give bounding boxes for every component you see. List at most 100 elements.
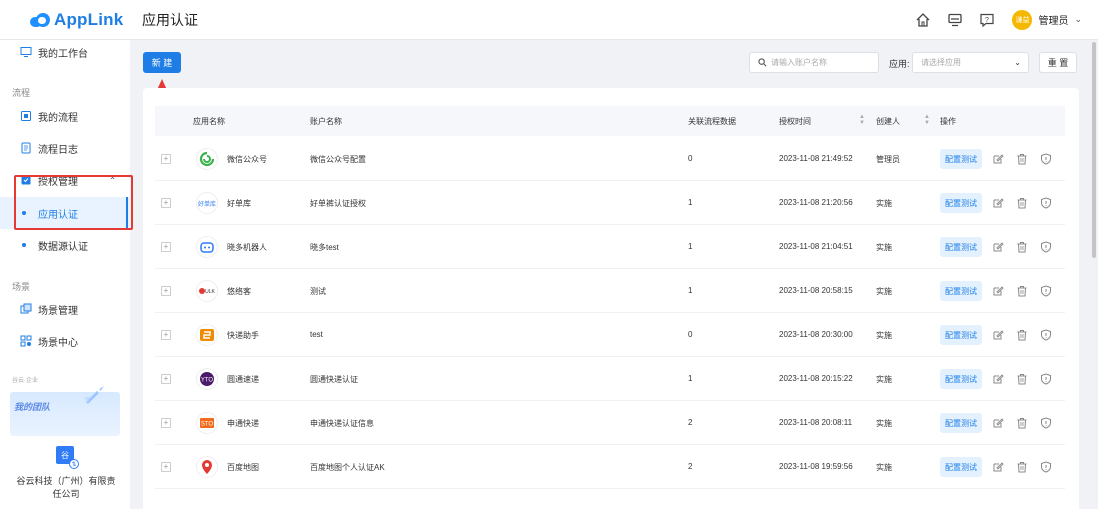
company-logo: 谷 ⇅ — [56, 446, 79, 469]
trash-icon[interactable] — [1016, 197, 1028, 209]
page-title: 应用认证 — [142, 11, 198, 28]
edit-icon[interactable] — [992, 197, 1004, 209]
expand-row-icon[interactable]: + — [161, 330, 171, 340]
trash-icon[interactable] — [1016, 241, 1028, 253]
cell-account-name: 测试 — [310, 287, 326, 296]
app-logo-robot-icon — [196, 236, 218, 258]
expand-row-icon[interactable]: + — [161, 374, 171, 384]
sidebar: 我的工作台 流程 我的流程 流程日志 授权管理 ⌃ 应用认证 数据源认证 场景 … — [0, 40, 130, 509]
edit-icon[interactable] — [992, 153, 1004, 165]
scene-icon — [20, 303, 32, 315]
cell-flow-count: 0 — [688, 330, 693, 339]
cell-account-name: 百度地图个人认证AK — [310, 463, 385, 472]
cell-auth-time: 2023-11-08 21:04:51 — [779, 242, 853, 251]
trash-icon[interactable] — [1016, 285, 1028, 297]
column-header-flow-count: 关联流程数据 — [688, 117, 736, 126]
monitor-icon[interactable] — [946, 11, 964, 29]
help-icon[interactable]: ? — [978, 11, 996, 29]
top-bar: AppLink 应用认证 ? 谦益 管理员 ⌄ — [0, 0, 1098, 40]
sidebar-item-my-flow[interactable]: 我的流程 — [0, 100, 130, 132]
config-test-button[interactable]: 配置测试 — [940, 325, 982, 345]
edit-icon[interactable] — [992, 285, 1004, 297]
expand-row-icon[interactable]: + — [161, 418, 171, 428]
cell-app-name: 晓多机器人 — [227, 243, 267, 252]
config-test-button[interactable]: 配置测试 — [940, 369, 982, 389]
edit-icon[interactable] — [992, 373, 1004, 385]
cell-account-name: test — [310, 330, 323, 339]
config-test-button[interactable]: 配置测试 — [940, 237, 982, 257]
expand-row-icon[interactable]: + — [161, 198, 171, 208]
config-test-button[interactable]: 配置测试 — [940, 457, 982, 477]
trash-icon[interactable] — [1016, 329, 1028, 341]
expand-row-icon[interactable]: + — [161, 242, 171, 252]
sidebar-item-datasource-auth[interactable]: 数据源认证 — [0, 229, 130, 261]
app-logo-wechat-icon — [196, 148, 218, 170]
cell-creator: 实施 — [876, 375, 892, 384]
shield-icon[interactable] — [1040, 373, 1052, 385]
reset-button[interactable]: 重 置 — [1039, 52, 1077, 73]
shield-icon[interactable] — [1040, 417, 1052, 429]
brand-tag: 谷云·企业 — [12, 378, 38, 384]
trash-icon[interactable] — [1016, 461, 1028, 473]
table-row — [155, 269, 1065, 313]
config-test-button[interactable]: 配置测试 — [940, 149, 982, 169]
sidebar-item-label: 场景管理 — [38, 305, 78, 317]
team-title: 我的团队 — [14, 402, 51, 412]
scrollbar-thumb[interactable] — [1092, 42, 1096, 258]
trash-icon[interactable] — [1016, 373, 1028, 385]
app-select-placeholder: 请选择应用 — [921, 58, 961, 67]
sidebar-item-scene-center[interactable]: 场景中心 — [0, 325, 130, 357]
app-select[interactable]: 请选择应用 ⌄ — [912, 52, 1029, 73]
edit-icon[interactable] — [992, 241, 1004, 253]
edit-icon[interactable] — [992, 417, 1004, 429]
highlight-annotation-box — [14, 175, 133, 230]
home-icon[interactable] — [914, 11, 932, 29]
edit-icon[interactable] — [992, 329, 1004, 341]
cell-auth-time: 2023-11-08 20:58:15 — [779, 286, 853, 295]
svg-text:好单库: 好单库 — [198, 200, 216, 208]
avatar[interactable]: 谦益 — [1012, 9, 1033, 30]
edit-icon[interactable] — [992, 461, 1004, 473]
company-name[interactable]: 谷云科技（广州）有限责任公司 — [14, 475, 118, 501]
bullet-icon — [22, 243, 26, 247]
sort-icon[interactable]: ▲ ▼ — [924, 114, 930, 126]
shield-icon[interactable] — [1040, 153, 1052, 165]
expand-row-icon[interactable]: + — [161, 462, 171, 472]
config-test-button[interactable]: 配置测试 — [940, 413, 982, 433]
user-name[interactable]: 管理员 — [1038, 12, 1068, 27]
shield-icon[interactable] — [1040, 461, 1052, 473]
svg-text:YTO: YTO — [201, 378, 214, 384]
cell-flow-count: 0 — [688, 154, 693, 163]
config-test-button[interactable]: 配置测试 — [940, 193, 982, 213]
chevron-down-icon[interactable]: ⌄ — [1074, 14, 1082, 25]
cell-flow-count: 1 — [688, 242, 693, 251]
expand-row-icon[interactable]: + — [161, 154, 171, 164]
expand-row-icon[interactable]: + — [161, 286, 171, 296]
shield-icon[interactable] — [1040, 329, 1052, 341]
cell-app-name: 悠络客 — [227, 287, 251, 296]
config-test-button[interactable]: 配置测试 — [940, 281, 982, 301]
desktop-icon — [20, 46, 32, 58]
shield-icon[interactable] — [1040, 197, 1052, 209]
cell-creator: 实施 — [876, 199, 892, 208]
brand[interactable]: AppLink — [0, 10, 130, 30]
apps-icon — [20, 335, 32, 347]
cell-creator: 实施 — [876, 463, 892, 472]
trash-icon[interactable] — [1016, 417, 1028, 429]
table-row — [155, 137, 1065, 181]
search-box[interactable] — [749, 52, 879, 73]
svg-text:?: ? — [986, 17, 990, 24]
cell-auth-time: 2023-11-08 21:49:52 — [779, 154, 853, 163]
sidebar-item-scene-manage[interactable]: 场景管理 — [0, 293, 130, 325]
search-input[interactable] — [771, 58, 871, 67]
cell-auth-time: 2023-11-08 19:59:56 — [779, 462, 853, 471]
trash-icon[interactable] — [1016, 153, 1028, 165]
sidebar-item-workbench[interactable]: 我的工作台 — [0, 36, 130, 68]
sidebar-item-flow-log[interactable]: 流程日志 — [0, 132, 130, 164]
shield-icon[interactable] — [1040, 285, 1052, 297]
sort-icon[interactable]: ▲ ▼ — [859, 114, 865, 126]
shield-icon[interactable] — [1040, 241, 1052, 253]
chevron-down-icon: ⌄ — [1014, 58, 1021, 67]
new-button[interactable]: 新 建 — [143, 52, 181, 73]
cell-creator: 实施 — [876, 331, 892, 340]
